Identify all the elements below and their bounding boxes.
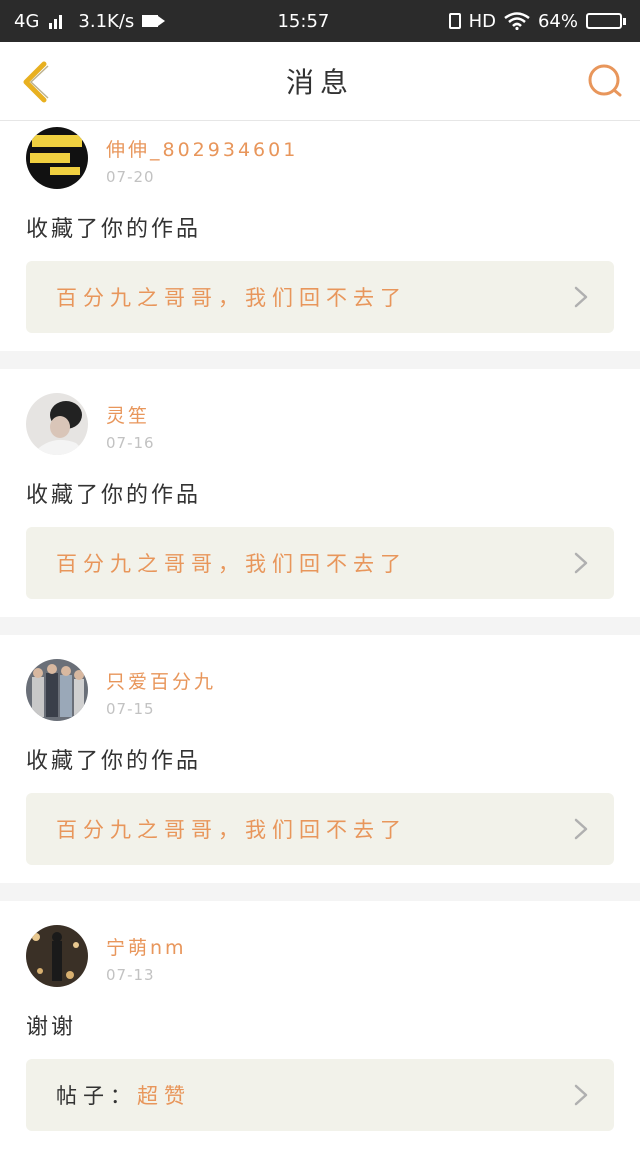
signal-icon — [49, 13, 63, 29]
message-action: 收藏了你的作品 — [26, 749, 202, 774]
page-title: 消息 — [285, 66, 354, 99]
chevron-right-icon — [574, 552, 588, 574]
message-card: 宁萌nm 07-13 谢谢 帖子：超赞 — [0, 901, 640, 1149]
username[interactable]: 伸伸_802934601 — [106, 135, 298, 162]
message-action: 收藏了你的作品 — [26, 217, 202, 242]
referenced-work[interactable]: 百分九之哥哥，我们回不去了 — [26, 261, 614, 333]
chevron-right-icon — [574, 286, 588, 308]
nav-bar: 消息 — [0, 42, 640, 121]
message-list: 伸伸_802934601 07-20 收藏了你的作品 百分九之哥哥，我们回不去了 — [0, 121, 640, 1149]
message-action: 谢谢 — [26, 1015, 77, 1040]
message-date: 07-16 — [106, 434, 155, 452]
hd-indicator: HD — [468, 10, 496, 32]
network-type: 4G — [14, 10, 40, 32]
referenced-work[interactable]: 百分九之哥哥，我们回不去了 — [26, 793, 614, 865]
message-card: 只爱百分九 07-15 收藏了你的作品 百分九之哥哥，我们回不去了 — [0, 635, 640, 883]
video-icon — [142, 15, 166, 27]
referenced-work-title: 百分九之哥哥，我们回不去了 — [56, 818, 407, 842]
avatar[interactable] — [26, 925, 88, 987]
chevron-left-icon — [23, 61, 49, 103]
search-icon — [588, 64, 622, 97]
avatar[interactable] — [26, 393, 88, 455]
message-date: 07-13 — [106, 966, 155, 984]
message-card: 伸伸_802934601 07-20 收藏了你的作品 百分九之哥哥，我们回不去了 — [0, 121, 640, 351]
username[interactable]: 灵笙 — [106, 401, 155, 428]
back-button[interactable] — [18, 60, 58, 104]
avatar[interactable] — [26, 127, 88, 189]
message-action: 收藏了你的作品 — [26, 483, 202, 508]
net-speed: 3.1K/s — [78, 10, 135, 32]
battery-percent: 64% — [537, 10, 578, 32]
avatar[interactable] — [26, 659, 88, 721]
message-date: 07-15 — [106, 700, 155, 718]
battery-saver-icon — [448, 13, 461, 29]
referenced-work-title: 百分九之哥哥，我们回不去了 — [56, 286, 407, 310]
search-button[interactable] — [586, 62, 624, 100]
wifi-icon — [504, 12, 530, 30]
referenced-work-title: 百分九之哥哥，我们回不去了 — [56, 552, 407, 576]
chevron-right-icon — [574, 1084, 588, 1106]
referenced-work[interactable]: 百分九之哥哥，我们回不去了 — [26, 527, 614, 599]
username[interactable]: 只爱百分九 — [106, 667, 216, 694]
clock: 15:57 — [277, 10, 330, 32]
referenced-post[interactable]: 帖子：超赞 — [26, 1059, 614, 1131]
battery-icon — [585, 13, 626, 29]
status-bar: 4G 3.1K/s 15:57 HD 64% — [0, 0, 640, 42]
username[interactable]: 宁萌nm — [106, 933, 187, 960]
message-date: 07-20 — [106, 168, 155, 186]
chevron-right-icon — [574, 818, 588, 840]
message-card: 灵笙 07-16 收藏了你的作品 百分九之哥哥，我们回不去了 — [0, 369, 640, 617]
referenced-post-title: 帖子：超赞 — [56, 1084, 191, 1108]
